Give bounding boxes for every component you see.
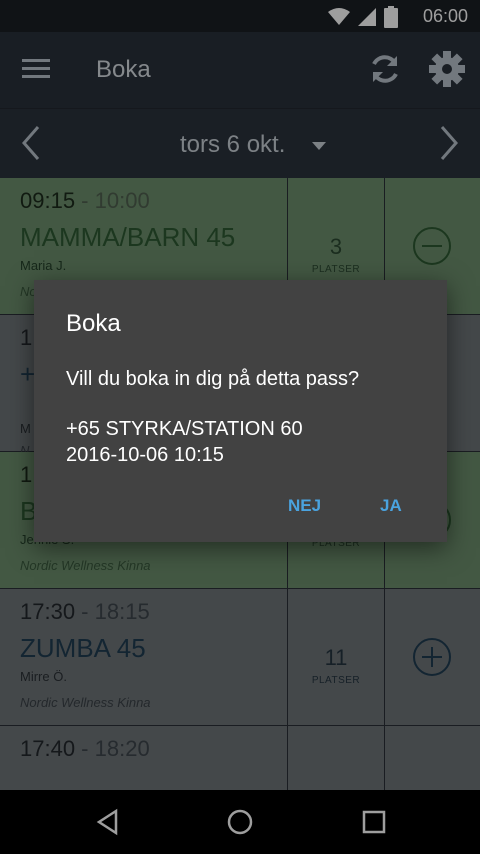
dialog-class-name: +65 STYRKA/STATION 60 (66, 418, 303, 440)
dialog-title: Boka (66, 310, 121, 337)
dialog-message: Vill du boka in dig på detta pass? (66, 368, 360, 390)
dialog-datetime: 2016-10-06 10:15 (66, 444, 224, 466)
booking-dialog: Boka Vill du boka in dig på detta pass? … (34, 280, 447, 542)
yes-button[interactable]: JA (376, 496, 406, 516)
no-button[interactable]: NEJ (284, 496, 325, 516)
